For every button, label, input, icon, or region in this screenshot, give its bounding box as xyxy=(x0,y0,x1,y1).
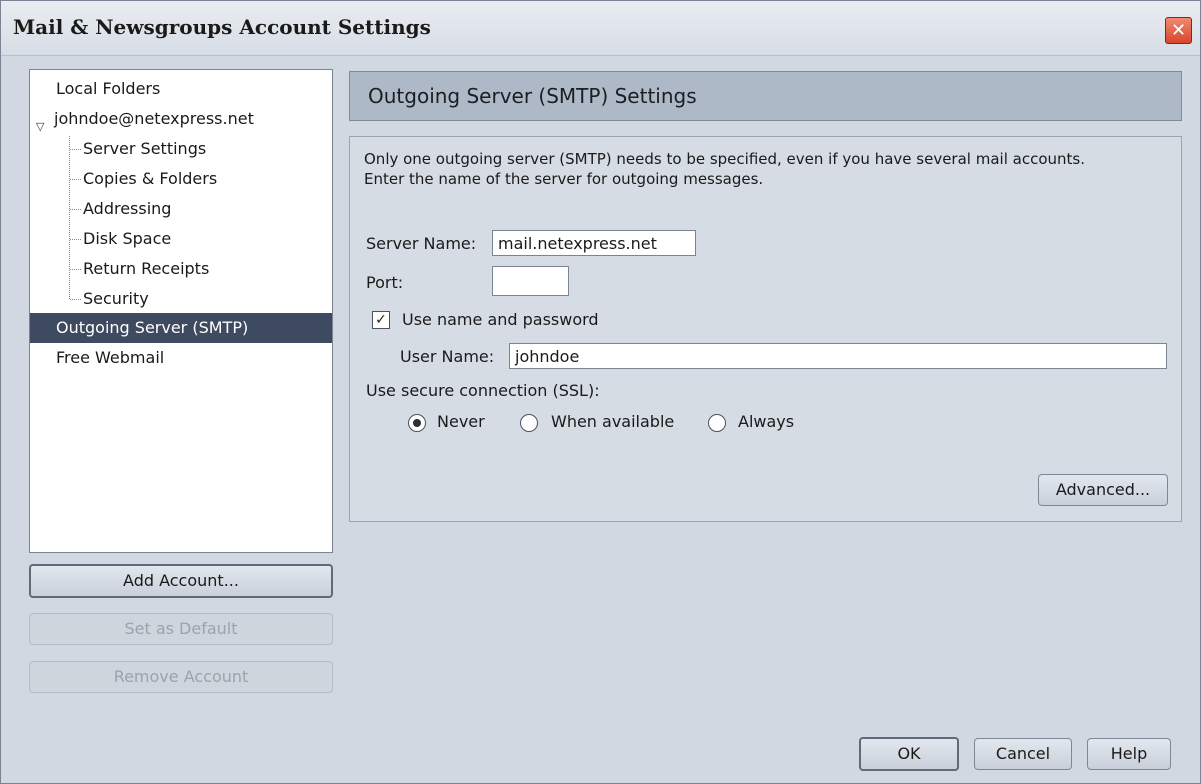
use-auth-label: Use name and password xyxy=(402,310,599,329)
tree-item-return-receipts[interactable]: Return Receipts xyxy=(30,254,332,284)
ok-button[interactable]: OK xyxy=(859,737,959,771)
set-default-button[interactable]: Set as Default xyxy=(29,613,333,645)
tree-branch xyxy=(70,239,81,240)
close-icon[interactable]: ✕ xyxy=(1165,17,1192,44)
description-line-2: Enter the name of the server for outgoin… xyxy=(364,170,764,188)
use-auth-checkbox[interactable]: ✓ xyxy=(372,311,390,329)
tree-item-label: Disk Space xyxy=(83,229,172,248)
account-settings-window: Mail & Newsgroups Account Settings ✕ Loc… xyxy=(0,0,1201,784)
advanced-button[interactable]: Advanced... xyxy=(1038,474,1168,506)
server-name-label: Server Name: xyxy=(366,234,477,253)
tree-branch xyxy=(70,179,81,180)
smtp-settings-group: Only one outgoing server (SMTP) needs to… xyxy=(349,136,1182,522)
ssl-label: Use secure connection (SSL): xyxy=(366,381,600,400)
tree-item-security[interactable]: Security xyxy=(30,284,332,314)
tree-item-label: Addressing xyxy=(83,199,172,218)
help-button[interactable]: Help xyxy=(1087,738,1171,770)
ssl-when-available-label: When available xyxy=(551,412,675,431)
tree-item-copies-folders[interactable]: Copies & Folders xyxy=(30,164,332,194)
tree-item-free-webmail[interactable]: Free Webmail xyxy=(30,343,332,373)
user-name-label: User Name: xyxy=(400,347,495,366)
tree-item-label: Free Webmail xyxy=(56,348,165,367)
port-input[interactable] xyxy=(492,266,569,296)
ssl-never-label: Never xyxy=(437,412,485,431)
ssl-always-radio[interactable] xyxy=(708,414,726,432)
cancel-button[interactable]: Cancel xyxy=(974,738,1072,770)
tree-item-outgoing-server[interactable]: Outgoing Server (SMTP) xyxy=(30,313,332,343)
tree-item-label: Security xyxy=(83,289,149,308)
port-label: Port: xyxy=(366,273,404,292)
remove-account-button[interactable]: Remove Account xyxy=(29,661,333,693)
description-text: Only one outgoing server (SMTP) needs to… xyxy=(364,149,1164,189)
ssl-always-label: Always xyxy=(738,412,795,431)
tree-branch xyxy=(70,209,81,210)
tree-item-label: Return Receipts xyxy=(83,259,210,278)
tree-item-label: Outgoing Server (SMTP) xyxy=(56,318,249,337)
account-tree: Local Folders ▽ johndoe@netexpress.net S… xyxy=(29,69,333,553)
tree-item-label: Copies & Folders xyxy=(83,169,218,188)
tree-item-server-settings[interactable]: Server Settings xyxy=(30,134,332,164)
add-account-button[interactable]: Add Account... xyxy=(29,564,333,598)
tree-branch xyxy=(70,149,81,150)
ssl-never-radio[interactable] xyxy=(408,414,426,432)
ssl-when-available-radio[interactable] xyxy=(520,414,538,432)
description-line-1: Only one outgoing server (SMTP) needs to… xyxy=(364,150,1085,168)
tree-item-label: johndoe@netexpress.net xyxy=(54,109,254,128)
tree-item-addressing[interactable]: Addressing xyxy=(30,194,332,224)
title-bar: Mail & Newsgroups Account Settings ✕ xyxy=(1,1,1200,56)
tree-item-label: Local Folders xyxy=(56,79,161,98)
tree-item-local-folders[interactable]: Local Folders xyxy=(30,74,332,104)
tree-item-disk-space[interactable]: Disk Space xyxy=(30,224,332,254)
tree-branch xyxy=(70,299,81,300)
tree-branch xyxy=(70,269,81,270)
window-title: Mail & Newsgroups Account Settings xyxy=(13,15,431,39)
panel-title: Outgoing Server (SMTP) Settings xyxy=(368,84,697,108)
panel-header: Outgoing Server (SMTP) Settings xyxy=(349,71,1182,121)
user-name-input[interactable]: johndoe xyxy=(509,343,1167,369)
tree-item-account[interactable]: ▽ johndoe@netexpress.net xyxy=(30,104,332,134)
tree-item-label: Server Settings xyxy=(83,139,207,158)
server-name-input[interactable]: mail.netexpress.net xyxy=(492,230,696,256)
